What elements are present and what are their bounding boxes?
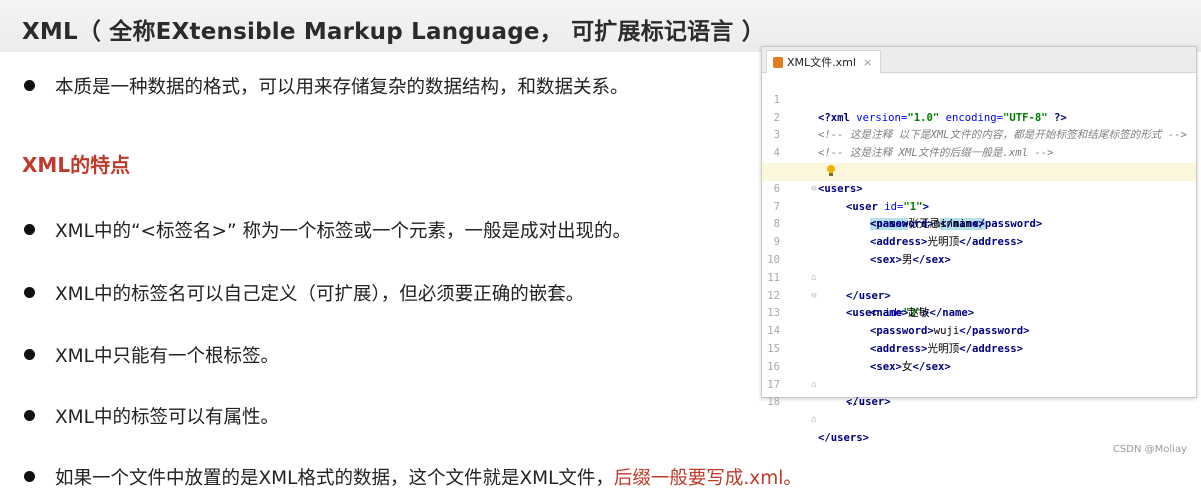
code-area[interactable]: 1 <?xml version="1.0" encoding="UTF-8" ?… [762, 74, 1196, 444]
line-content: ... [846, 396, 866, 409]
bullet-text: 本质是一种数据的格式，可以用来存储复杂的数据结构，和数据关系。 [55, 77, 629, 98]
code-line: 7 <password>minmin</password> [762, 181, 1196, 231]
code-line: 1 <?xml version="1.0" encoding="UTF-8" ?… [762, 74, 1196, 124]
code-editor: XML文件.xml × 1 <?xml version="1.0" encodi… [761, 46, 1197, 444]
bullet-dot [24, 471, 35, 482]
code-line: 5 ⊖ <user id="1"> [762, 145, 1196, 213]
file-tab[interactable]: XML文件.xml × [766, 50, 882, 73]
bullet-text: XML中的标签可以有属性。 [55, 407, 279, 428]
code-line: 17 ... [762, 359, 1196, 409]
line-number: 18 [767, 396, 780, 409]
bullet-dot [24, 287, 35, 298]
feature-bullet: XML中的标签名可以自己定义（可扩展），但必须要正确的嵌套。 [24, 280, 584, 306]
bullet-text: XML中只能有一个根标签。 [55, 346, 279, 367]
code-line: 15 <sex>女</sex> [762, 323, 1196, 373]
code-line: 8 <address>光明顶</address> [762, 199, 1196, 248]
bullet-highlight: 后缀一般要写成.xml。 [613, 468, 802, 489]
lightbulb-icon[interactable] [826, 164, 835, 177]
code-line: 2 <!-- 这是注释 以下是XML文件的内容，都是开始标签和结尾标签的形式 -… [762, 92, 1196, 142]
code-line: 11 ⊖ <user id="2"> [762, 252, 1196, 320]
xml-file-icon [773, 56, 783, 68]
bullet-text: 如果一个文件中放置的是XML格式的数据，这个文件就是XML文件， [55, 468, 614, 489]
line-content: </users> [818, 431, 870, 444]
code-line: 18 ⌂ </users> [762, 377, 1196, 444]
bullet-dot [24, 410, 35, 421]
code-line: 4 ⊖ <users> [762, 127, 1196, 195]
code-line: 16 ⌂ </user> [762, 341, 1196, 409]
code-line: 14 <address>光明顶</address> [762, 305, 1196, 355]
close-icon[interactable]: × [863, 56, 872, 69]
bullet-dot [24, 80, 35, 91]
bullet-text: XML中的“<标签名>” 称为一个标签或一个元素，一般是成对出现的。 [55, 221, 631, 242]
code-line-current: 6 <name>张无忌</name> [762, 162, 1196, 231]
intro-bullet: 本质是一种数据的格式，可以用来存储复杂的数据结构，和数据关系。 [24, 73, 629, 99]
fold-end-icon[interactable]: ⌂ [808, 412, 820, 430]
slide-header: XML（ 全称EXtensible Markup Language， 可扩展标记… [0, 0, 1201, 52]
editor-tabbar: XML文件.xml × [762, 47, 1196, 73]
code-line: 12 <name>赵敏</name> [762, 270, 1196, 320]
slide-title: XML（ 全称EXtensible Markup Language， 可扩展标记… [22, 19, 765, 45]
code-line: 9 <sex>男</sex> [762, 216, 1196, 266]
code-line: 3 <!-- 这是注释 XML文件的后缀一般是.xml --> [762, 110, 1196, 159]
feature-bullet: XML中只能有一个根标签。 [24, 342, 279, 368]
watermark: CSDN @Moliay [1112, 444, 1187, 455]
bullet-text: XML中的标签名可以自己定义（可扩展），但必须要正确的嵌套。 [55, 284, 585, 305]
section-heading: XML的特点 [22, 153, 131, 177]
tab-label: XML文件.xml [787, 56, 856, 69]
bullet-dot [24, 349, 35, 360]
feature-bullet: XML中的标签可以有属性。 [24, 403, 279, 429]
code-line: 13 <password>wuji</password> [762, 288, 1196, 337]
code-line: 10 ⌂ </user> [762, 234, 1196, 302]
feature-bullet: 如果一个文件中放置的是XML格式的数据，这个文件就是XML文件，后缀一般要写成.… [24, 464, 802, 490]
bullet-dot [24, 224, 35, 235]
feature-bullet: XML中的“<标签名>” 称为一个标签或一个元素，一般是成对出现的。 [24, 217, 631, 243]
